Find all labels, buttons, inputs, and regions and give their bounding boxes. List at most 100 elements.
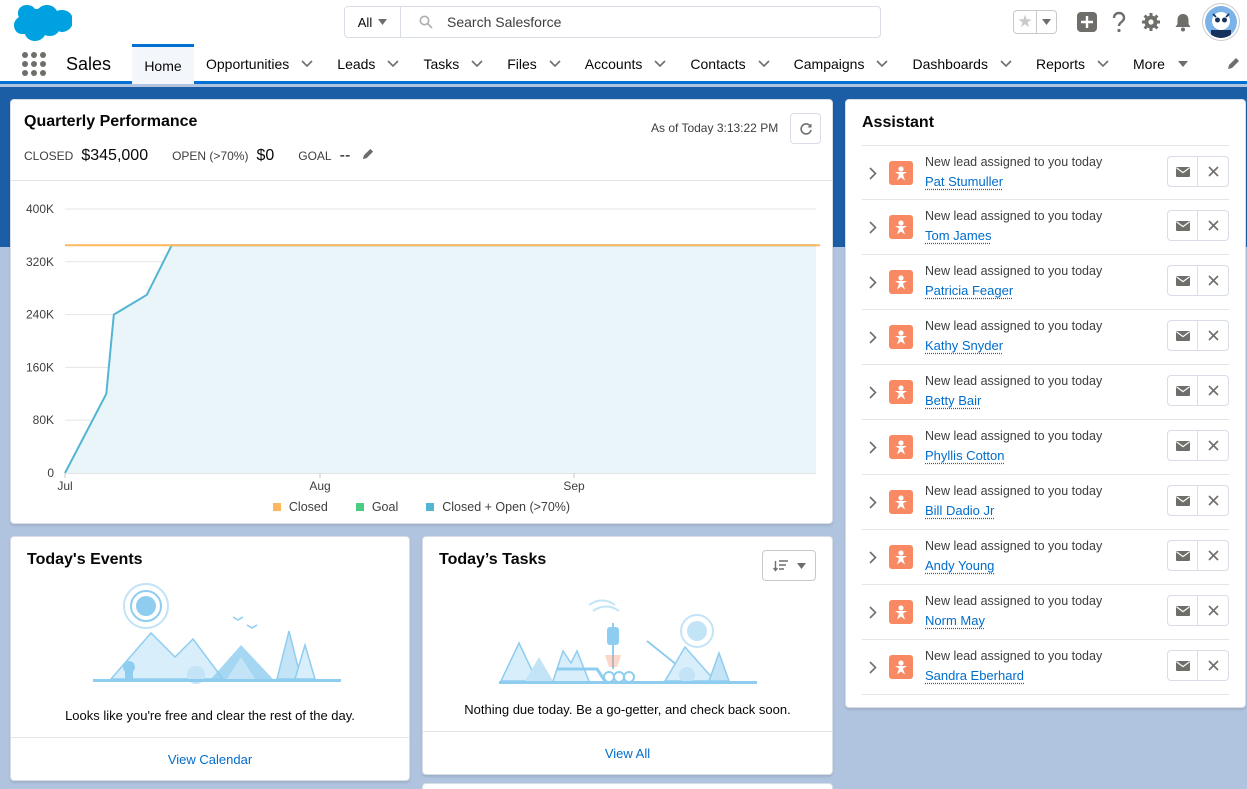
dismiss-button[interactable] xyxy=(1198,320,1229,351)
tab-tasks[interactable]: Tasks xyxy=(411,44,495,84)
edit-nav-pencil-icon[interactable] xyxy=(1227,56,1241,75)
tab-leads[interactable]: Leads xyxy=(325,44,411,84)
expand-chevron-icon[interactable] xyxy=(866,382,880,402)
assistant-item: New lead assigned to you today Andy Young xyxy=(862,530,1229,585)
help-icon[interactable] xyxy=(1103,6,1135,38)
search-field-wrap xyxy=(401,7,880,37)
send-email-button[interactable] xyxy=(1167,320,1198,351)
email-icon xyxy=(1175,166,1190,177)
send-email-button[interactable] xyxy=(1167,540,1198,571)
favorites-dropdown-icon[interactable] xyxy=(1037,11,1056,33)
performance-metrics: CLOSED $345,000 OPEN (>70%) $0 GOAL -- xyxy=(24,147,375,165)
lead-name-link[interactable]: Pat Stumuller xyxy=(925,174,1003,189)
dismiss-button[interactable] xyxy=(1198,156,1229,187)
sort-list-icon xyxy=(772,559,788,572)
dismiss-button[interactable] xyxy=(1198,540,1229,571)
lead-name-link[interactable]: Patricia Feager xyxy=(925,283,1013,298)
expand-chevron-icon[interactable] xyxy=(866,327,880,347)
lead-name-link[interactable]: Phyllis Cotton xyxy=(925,448,1004,463)
lead-name-link[interactable]: Betty Bair xyxy=(925,393,981,408)
salesforce-cloud-logo[interactable] xyxy=(14,3,72,43)
chevron-down-icon[interactable] xyxy=(988,60,1024,68)
chevron-down-icon[interactable] xyxy=(459,60,495,68)
send-email-button[interactable] xyxy=(1167,430,1198,461)
send-email-button[interactable] xyxy=(1167,595,1198,626)
chevron-down-icon[interactable] xyxy=(642,60,678,68)
chevron-down-icon[interactable] xyxy=(1085,60,1121,68)
closed-value: $345,000 xyxy=(81,147,149,164)
send-email-button[interactable] xyxy=(1167,265,1198,296)
expand-chevron-icon[interactable] xyxy=(866,547,880,567)
legend-item[interactable]: Closed + Open (>70%) xyxy=(426,500,570,514)
tab-accounts[interactable]: Accounts xyxy=(573,44,679,84)
expand-chevron-icon[interactable] xyxy=(866,217,880,237)
tab-reports[interactable]: Reports xyxy=(1024,44,1121,84)
favorites-star-icon[interactable]: ★ xyxy=(1014,11,1037,33)
tab-contacts[interactable]: Contacts xyxy=(678,44,781,84)
send-email-button[interactable] xyxy=(1167,650,1198,681)
tab-label: Leads xyxy=(337,56,376,72)
assistant-item: New lead assigned to you today Pat Stumul… xyxy=(862,145,1229,200)
favorites-button[interactable]: ★ xyxy=(1013,10,1057,34)
search-input[interactable] xyxy=(447,14,847,30)
dismiss-button[interactable] xyxy=(1198,485,1229,516)
close-icon xyxy=(1207,440,1219,451)
chevron-down-icon[interactable] xyxy=(289,60,325,68)
send-email-button[interactable] xyxy=(1167,156,1198,187)
legend-swatch xyxy=(272,503,281,511)
email-icon xyxy=(1175,330,1190,341)
add-icon[interactable] xyxy=(1071,6,1103,38)
setup-gear-icon[interactable] xyxy=(1135,6,1167,38)
legend-item[interactable]: Closed xyxy=(272,500,328,514)
expand-chevron-icon[interactable] xyxy=(866,602,880,622)
dismiss-button[interactable] xyxy=(1198,265,1229,296)
expand-chevron-icon[interactable] xyxy=(866,492,880,512)
legend-item[interactable]: Goal xyxy=(355,500,398,514)
refresh-button[interactable] xyxy=(790,113,821,144)
assistant-card: Assistant New lead assigned to you today… xyxy=(845,99,1246,708)
close-icon xyxy=(1207,385,1219,396)
todays-tasks-card: Today’s Tasks Nothing due today. Be a go… xyxy=(422,536,833,775)
send-email-button[interactable] xyxy=(1167,375,1198,406)
send-email-button[interactable] xyxy=(1167,210,1198,241)
notifications-bell-icon[interactable] xyxy=(1167,6,1199,38)
lead-name-link[interactable]: Tom James xyxy=(925,228,991,243)
chevron-down-icon[interactable] xyxy=(746,60,782,68)
expand-chevron-icon[interactable] xyxy=(866,163,880,183)
chevron-down-icon[interactable] xyxy=(864,60,900,68)
app-launcher-icon[interactable] xyxy=(22,52,46,76)
view-calendar-link[interactable]: View Calendar xyxy=(11,737,409,781)
chevron-down-icon[interactable] xyxy=(375,60,411,68)
user-avatar[interactable] xyxy=(1203,4,1239,40)
lead-name-link[interactable]: Sandra Eberhard xyxy=(925,668,1024,683)
lead-name-link[interactable]: Bill Dadio Jr xyxy=(925,503,994,518)
lead-name-link[interactable]: Andy Young xyxy=(925,558,994,573)
expand-chevron-icon[interactable] xyxy=(866,272,880,292)
dismiss-button[interactable] xyxy=(1198,375,1229,406)
dismiss-button[interactable] xyxy=(1198,430,1229,461)
tab-dashboards[interactable]: Dashboards xyxy=(900,44,1024,84)
tab-home[interactable]: Home xyxy=(132,44,194,84)
email-icon xyxy=(1175,220,1190,231)
caret-down-icon xyxy=(378,19,388,25)
search-scope-select[interactable]: All xyxy=(345,7,401,37)
dismiss-button[interactable] xyxy=(1198,210,1229,241)
expand-chevron-icon[interactable] xyxy=(866,657,880,677)
send-email-button[interactable] xyxy=(1167,485,1198,516)
view-all-tasks-link[interactable]: View All xyxy=(423,731,832,775)
expand-chevron-icon[interactable] xyxy=(866,437,880,457)
tab-more[interactable]: More xyxy=(1121,44,1201,84)
lead-name-link[interactable]: Kathy Snyder xyxy=(925,338,1003,353)
closed-plus-open-area xyxy=(65,245,816,473)
chevron-down-icon[interactable] xyxy=(537,60,573,68)
edit-goal-pencil-icon[interactable] xyxy=(362,147,375,163)
dismiss-button[interactable] xyxy=(1198,650,1229,681)
dismiss-button[interactable] xyxy=(1198,595,1229,626)
more-caret-down-icon[interactable] xyxy=(1165,61,1201,67)
tasks-filter-menu-button[interactable] xyxy=(762,550,816,581)
close-icon xyxy=(1207,660,1219,671)
lead-name-link[interactable]: Norm May xyxy=(925,613,985,628)
tab-files[interactable]: Files xyxy=(495,44,573,84)
tab-opportunities[interactable]: Opportunities xyxy=(194,44,325,84)
tab-campaigns[interactable]: Campaigns xyxy=(782,44,901,84)
